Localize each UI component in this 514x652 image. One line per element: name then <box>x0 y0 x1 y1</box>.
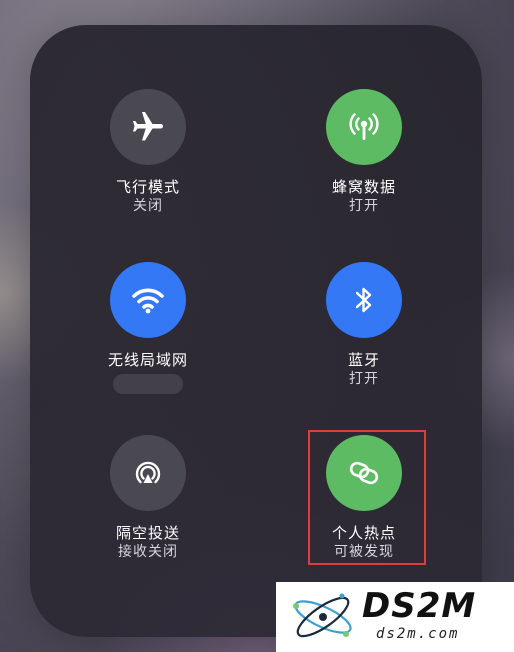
airplane-mode-status: 关闭 <box>133 198 163 214</box>
bluetooth-toggle[interactable]: 蓝牙 打开 <box>284 262 444 388</box>
highlight-box <box>308 430 426 565</box>
wifi-toggle[interactable]: 无线局域网 <box>68 262 228 394</box>
airdrop-button[interactable] <box>110 435 186 511</box>
bluetooth-status: 打开 <box>349 371 379 387</box>
airdrop-status: 接收关闭 <box>118 544 178 560</box>
bluetooth-label: 蓝牙 <box>347 351 380 369</box>
bluetooth-icon <box>355 287 372 313</box>
airdrop-label: 隔空投送 <box>115 524 180 542</box>
cellular-data-button[interactable] <box>326 89 402 165</box>
cellular-data-label: 蜂窝数据 <box>331 178 396 196</box>
watermark-url: ds2m.com <box>376 626 460 642</box>
wifi-network-name-redacted <box>113 374 183 394</box>
cellular-data-toggle[interactable]: 蜂窝数据 打开 <box>284 89 444 215</box>
airplane-mode-toggle[interactable]: 飞行模式 关闭 <box>68 89 228 215</box>
watermark-title: DS2M <box>362 586 477 626</box>
airplane-mode-button[interactable] <box>110 89 186 165</box>
atom-logo-icon <box>293 593 352 638</box>
cellular-data-status: 打开 <box>349 198 379 214</box>
airdrop-toggle[interactable]: 隔空投送 接收关闭 <box>68 435 228 561</box>
cellular-antenna-icon <box>349 113 379 140</box>
airdrop-icon <box>135 461 161 484</box>
wifi-button[interactable] <box>110 262 186 338</box>
watermark: DS2M ds2m.com <box>276 582 514 652</box>
wifi-label: 无线局域网 <box>107 351 188 369</box>
airplane-icon <box>133 112 163 141</box>
wifi-icon <box>132 288 164 314</box>
bluetooth-button[interactable] <box>326 262 402 338</box>
airplane-mode-label: 飞行模式 <box>115 178 180 196</box>
